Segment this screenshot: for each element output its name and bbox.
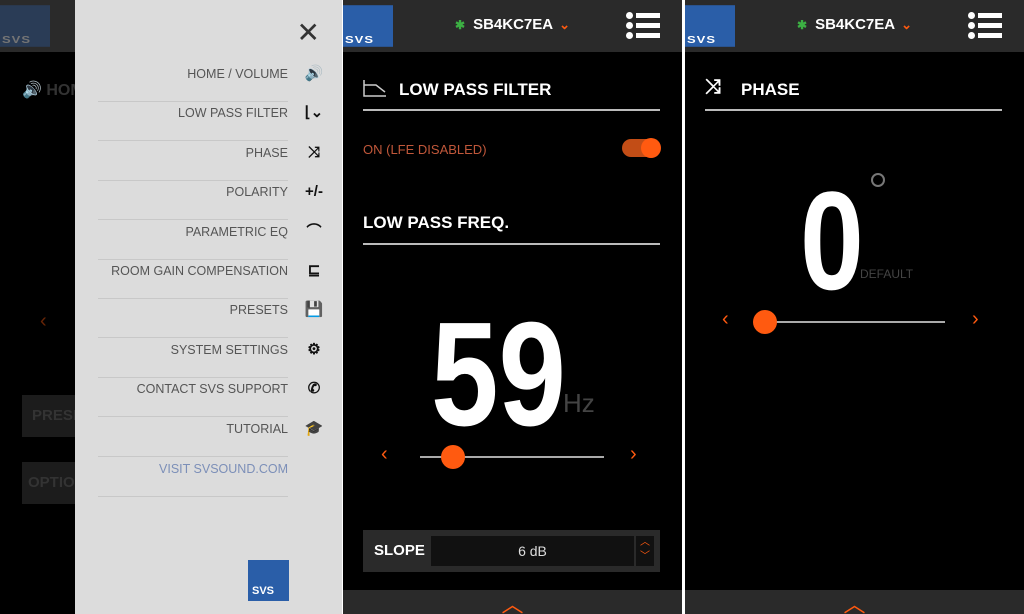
parametric-eq-icon: ⌒ [306, 222, 322, 240]
drawer-item-label: PHASE [245, 145, 288, 160]
toggle-label: ON (LFE DISABLED) [363, 142, 487, 157]
list-menu-icon[interactable] [626, 12, 660, 40]
slope-selector: SLOPE 6 dB ︿ ﹀ [363, 530, 660, 572]
drawer-item[interactable]: HOME / VOLUME 🔊 [98, 63, 323, 102]
drawer-item[interactable]: ROOM GAIN COMPENSATION ⊑ [98, 260, 320, 299]
close-icon[interactable]: ✕ [297, 16, 320, 49]
menu-screen: SVS 🔊 HOME / VOLUME PRESETS OPTIONS ‹ ✕ … [0, 0, 342, 614]
drawer-item-label: PARAMETRIC EQ [185, 224, 288, 239]
polarity-icon: +/- [305, 183, 323, 201]
chevron-left-icon: ‹ [40, 310, 47, 332]
drawer-item[interactable]: POLARITY +/- [98, 181, 323, 221]
drawer-item[interactable]: TUTORIAL 🎓 [98, 418, 323, 457]
slope-value[interactable]: 6 dB [431, 536, 634, 566]
drawer-item[interactable]: PHASE ⤨ [98, 142, 320, 181]
drawer-item-label: SYSTEM SETTINGS [170, 342, 288, 357]
gear-icon: ⚙ [307, 340, 321, 358]
slider-knob[interactable] [753, 310, 777, 334]
device-name: SB4KC7EA [815, 16, 896, 33]
drawer-item-label: PRESETS [229, 303, 288, 318]
drawer-item-label: CONTACT SVS SUPPORT [136, 382, 288, 397]
phase-icon: ⤨ [705, 76, 721, 98]
chevron-down-icon[interactable]: ﹀ [636, 550, 654, 564]
visit-website-link[interactable]: VISIT SVSOUND.COM [98, 458, 288, 497]
low-pass-filter-icon [363, 80, 386, 97]
phase-slider[interactable] [765, 321, 945, 323]
graduation-cap-icon: 🎓 [304, 419, 324, 437]
expand-button[interactable]: ︿ [343, 590, 682, 614]
drawer-item[interactable]: PARAMETRIC EQ ⌒ [98, 221, 322, 260]
page-title: LOW PASS FILTER [363, 78, 660, 111]
increase-button[interactable]: › [972, 308, 979, 331]
section-heading: LOW PASS FREQ. [363, 213, 660, 245]
slope-stepper[interactable]: ︿ ﹀ [636, 536, 654, 566]
save-icon: 💾 [304, 301, 324, 319]
svs-logo: SVS [0, 5, 50, 47]
decrease-button[interactable]: ‹ [722, 308, 729, 331]
slider-knob[interactable] [441, 445, 466, 469]
drawer-item-label: LOW PASS FILTER [178, 106, 288, 121]
navigation-drawer: ✕ HOME / VOLUME 🔊 LOW PASS FILTER ⌊⌄ PHASE ⤨ P… [75, 0, 342, 614]
drawer-item-label: ROOM GAIN COMPENSATION [111, 264, 288, 278]
list-menu-icon[interactable] [968, 12, 1002, 40]
app-header: SVS ✱ SB4KC7EA ⌄ [685, 0, 1024, 52]
bluetooth-icon: ✱ [455, 18, 466, 32]
drawer-item[interactable]: LOW PASS FILTER ⌊⌄ [98, 102, 323, 142]
chevron-up-icon: ︿ [501, 592, 524, 614]
frequency-unit: Hz [563, 388, 595, 418]
chevron-up-icon[interactable]: ︿ [636, 536, 654, 550]
phase-icon: ⤨ [307, 143, 320, 161]
drawer-item[interactable]: SYSTEM SETTINGS ⚙ [98, 339, 321, 378]
phase-screen: SVS ✱ SB4KC7EA ⌄ ⤨ PHASE 0 DEFAULT ‹ › ︿ [685, 0, 1024, 614]
degree-symbol [871, 173, 885, 187]
chevron-down-icon: ⌄ [559, 17, 570, 32]
low-pass-filter-icon: ⌊⌄ [304, 104, 324, 122]
frequency-value: 59 [431, 292, 566, 457]
drawer-item-label: TUTORIAL [226, 421, 288, 436]
phone-icon: ✆ [307, 380, 321, 398]
bluetooth-icon: ✱ [797, 18, 808, 32]
svs-logo: SVS [248, 560, 289, 601]
page-title: ⤨ PHASE [705, 76, 1002, 111]
chevron-down-icon: ⌄ [901, 17, 912, 32]
drawer-item[interactable]: CONTACT SVS SUPPORT ✆ [98, 378, 320, 418]
low-pass-filter-screen: SVS ✱ SB4KC7EA ⌄ LOW PASS FILTER ON (LFE D… [343, 0, 682, 614]
drawer-item-label: POLARITY [226, 185, 288, 200]
lfe-toggle[interactable] [622, 138, 661, 158]
drawer-item-label: HOME / VOLUME [187, 67, 288, 81]
chevron-up-icon: ︿ [843, 592, 866, 614]
room-gain-icon: ⊑ [307, 262, 321, 279]
expand-button[interactable]: ︿ [685, 590, 1024, 614]
default-label: DEFAULT [860, 267, 914, 281]
decrease-button[interactable]: ‹ [381, 443, 388, 466]
slope-label: SLOPE [374, 542, 425, 559]
device-name: SB4KC7EA [473, 16, 554, 33]
volume-icon: 🔊 [304, 65, 324, 82]
increase-button[interactable]: › [630, 443, 637, 466]
phase-value: 0 [800, 162, 864, 319]
drawer-item[interactable]: PRESETS 💾 [98, 299, 323, 339]
app-header: SVS ✱ SB4KC7EA ⌄ [343, 0, 682, 52]
